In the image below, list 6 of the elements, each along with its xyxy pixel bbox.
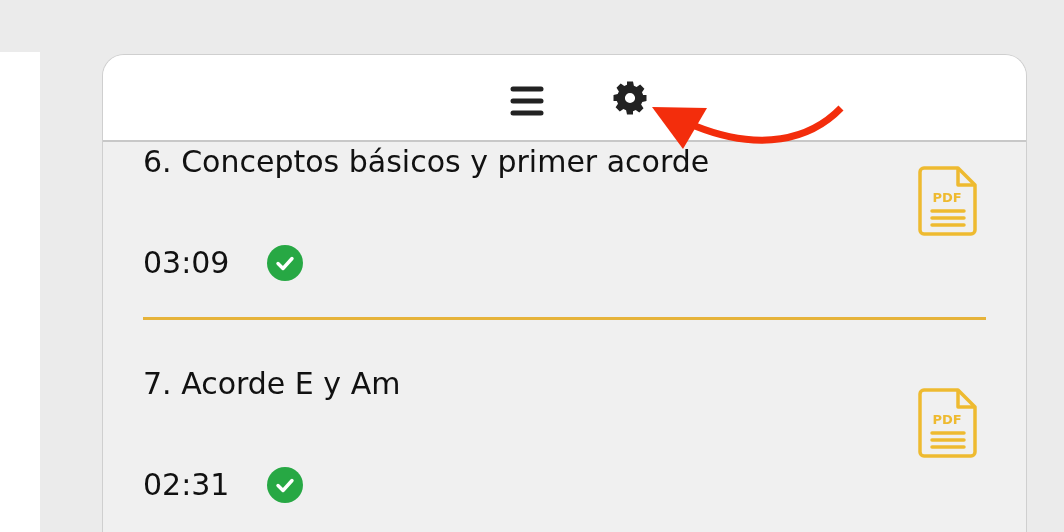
menu-icon[interactable] (510, 85, 544, 116)
settings-icon[interactable] (612, 79, 648, 116)
lesson-duration: 03:09 (143, 244, 230, 282)
lesson-title[interactable]: 7. Acorde E y Am (143, 364, 401, 404)
lesson-duration: 02:31 (143, 466, 230, 504)
lesson-title[interactable]: 6. Conceptos básicos y primer acorde (143, 142, 710, 182)
